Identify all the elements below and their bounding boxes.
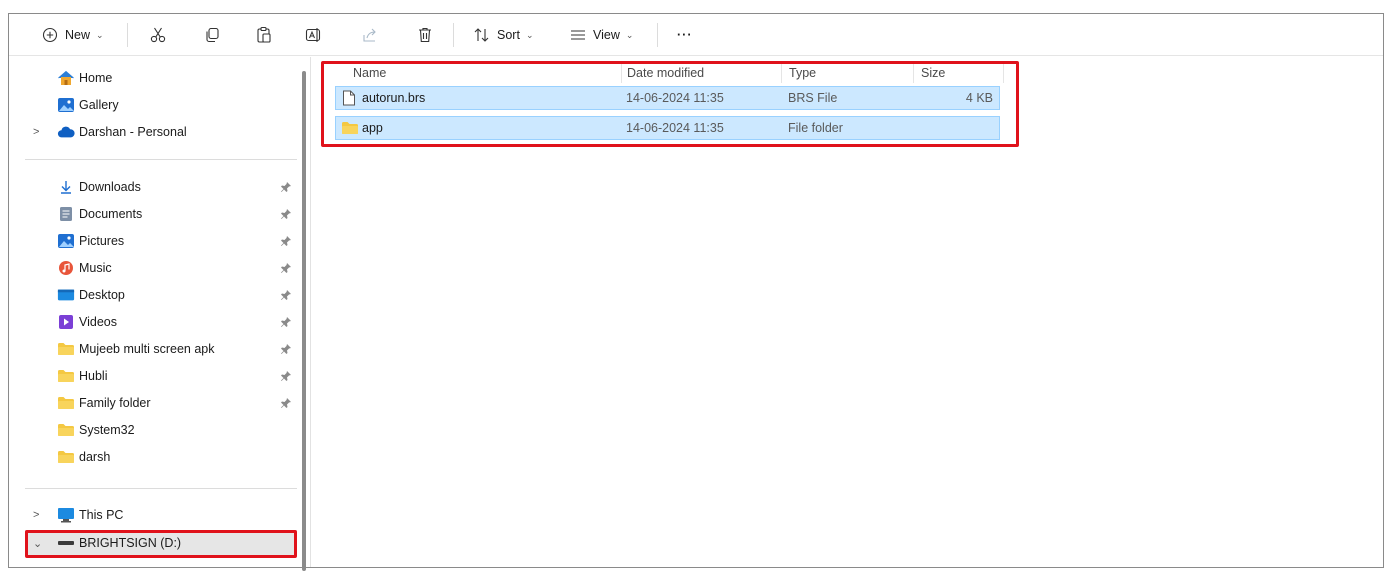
nav-item-folder[interactable]: Hubli	[9, 363, 299, 389]
nav-item-folder[interactable]: Mujeeb multi screen apk	[9, 336, 299, 362]
nav-item-folder[interactable]: Family folder	[9, 390, 299, 416]
plus-circle-icon	[41, 26, 59, 44]
nav-item-this-pc[interactable]: > This PC	[9, 502, 299, 528]
pin-icon[interactable]	[280, 289, 292, 301]
more-options-button[interactable]: ···	[677, 24, 693, 46]
clipboard-icon	[255, 26, 273, 44]
nav-item-documents[interactable]: Documents	[9, 201, 299, 227]
nav-item-music[interactable]: Music	[9, 255, 299, 281]
pin-icon[interactable]	[280, 316, 292, 328]
nav-item-folder[interactable]: darsh	[9, 444, 299, 470]
more-options-icon: ···	[677, 28, 693, 42]
home-icon	[57, 70, 75, 86]
music-icon	[57, 260, 75, 276]
paste-button[interactable]	[255, 24, 273, 46]
delete-button[interactable]	[416, 24, 434, 46]
toolbar-divider	[127, 23, 128, 47]
folder-icon	[57, 422, 75, 438]
pin-icon[interactable]	[280, 235, 292, 247]
copy-icon	[203, 26, 221, 44]
share-icon	[361, 26, 379, 44]
pc-icon	[57, 507, 75, 523]
highlight-box-drive	[25, 530, 297, 558]
download-icon	[57, 179, 75, 195]
new-button[interactable]: New ⌄	[41, 24, 104, 46]
pin-icon[interactable]	[280, 343, 292, 355]
folder-icon	[57, 395, 75, 411]
sort-label: Sort	[497, 28, 520, 42]
navigation-pane: Home Gallery > Darshan - Personal Downlo…	[9, 57, 306, 571]
desktop-icon	[57, 287, 75, 303]
nav-divider	[25, 159, 297, 160]
cut-button[interactable]	[149, 24, 167, 46]
nav-item-home[interactable]: Home	[9, 65, 299, 91]
folder-icon	[57, 341, 75, 357]
sort-arrows-icon	[473, 26, 491, 44]
nav-item-videos[interactable]: Videos	[9, 309, 299, 335]
pin-icon[interactable]	[280, 397, 292, 409]
nav-item-gallery[interactable]: Gallery	[9, 92, 299, 118]
file-list-pane: Name Date modified Type Size autorun.brs…	[311, 57, 1383, 567]
scissors-icon	[149, 26, 167, 44]
nav-item-darshan-personal[interactable]: > Darshan - Personal	[9, 119, 299, 145]
chevron-down-icon: ⌄	[625, 29, 634, 40]
onedrive-cloud-icon	[57, 124, 75, 140]
nav-scrollbar[interactable]	[302, 71, 306, 571]
view-list-icon	[569, 26, 587, 44]
toolbar-divider	[657, 23, 658, 47]
nav-item-downloads[interactable]: Downloads	[9, 174, 299, 200]
sort-button[interactable]: Sort ⌄	[473, 24, 533, 46]
view-button[interactable]: View ⌄	[569, 24, 633, 46]
rename-icon	[305, 26, 323, 44]
pictures-icon	[57, 233, 75, 249]
pin-icon[interactable]	[280, 370, 292, 382]
toolbar-divider	[453, 23, 454, 47]
highlight-box-files	[321, 61, 1019, 147]
chevron-right-icon[interactable]: >	[33, 126, 43, 138]
nav-divider	[25, 488, 297, 489]
trash-icon	[416, 26, 434, 44]
nav-item-pictures[interactable]: Pictures	[9, 228, 299, 254]
documents-icon	[57, 206, 75, 222]
folder-icon	[57, 368, 75, 384]
pin-icon[interactable]	[280, 208, 292, 220]
videos-icon	[57, 314, 75, 330]
folder-icon	[57, 449, 75, 465]
gallery-icon	[57, 97, 75, 113]
nav-item-desktop[interactable]: Desktop	[9, 282, 299, 308]
rename-button[interactable]	[305, 24, 323, 46]
chevron-right-icon[interactable]: >	[33, 509, 43, 521]
chevron-down-icon: ⌄	[525, 29, 534, 40]
share-button[interactable]	[361, 24, 379, 46]
copy-button[interactable]	[203, 24, 221, 46]
command-bar: New ⌄ Sort ⌄ View ⌄ ···	[9, 14, 1383, 56]
view-label: View	[593, 28, 620, 42]
nav-item-folder[interactable]: System32	[9, 417, 299, 443]
new-label: New	[65, 28, 91, 42]
file-explorer-window: New ⌄ Sort ⌄ View ⌄ ··· Home Gallery > D…	[8, 13, 1384, 571]
pin-icon[interactable]	[280, 181, 292, 193]
pin-icon[interactable]	[280, 262, 292, 274]
chevron-down-icon: ⌄	[96, 29, 104, 40]
